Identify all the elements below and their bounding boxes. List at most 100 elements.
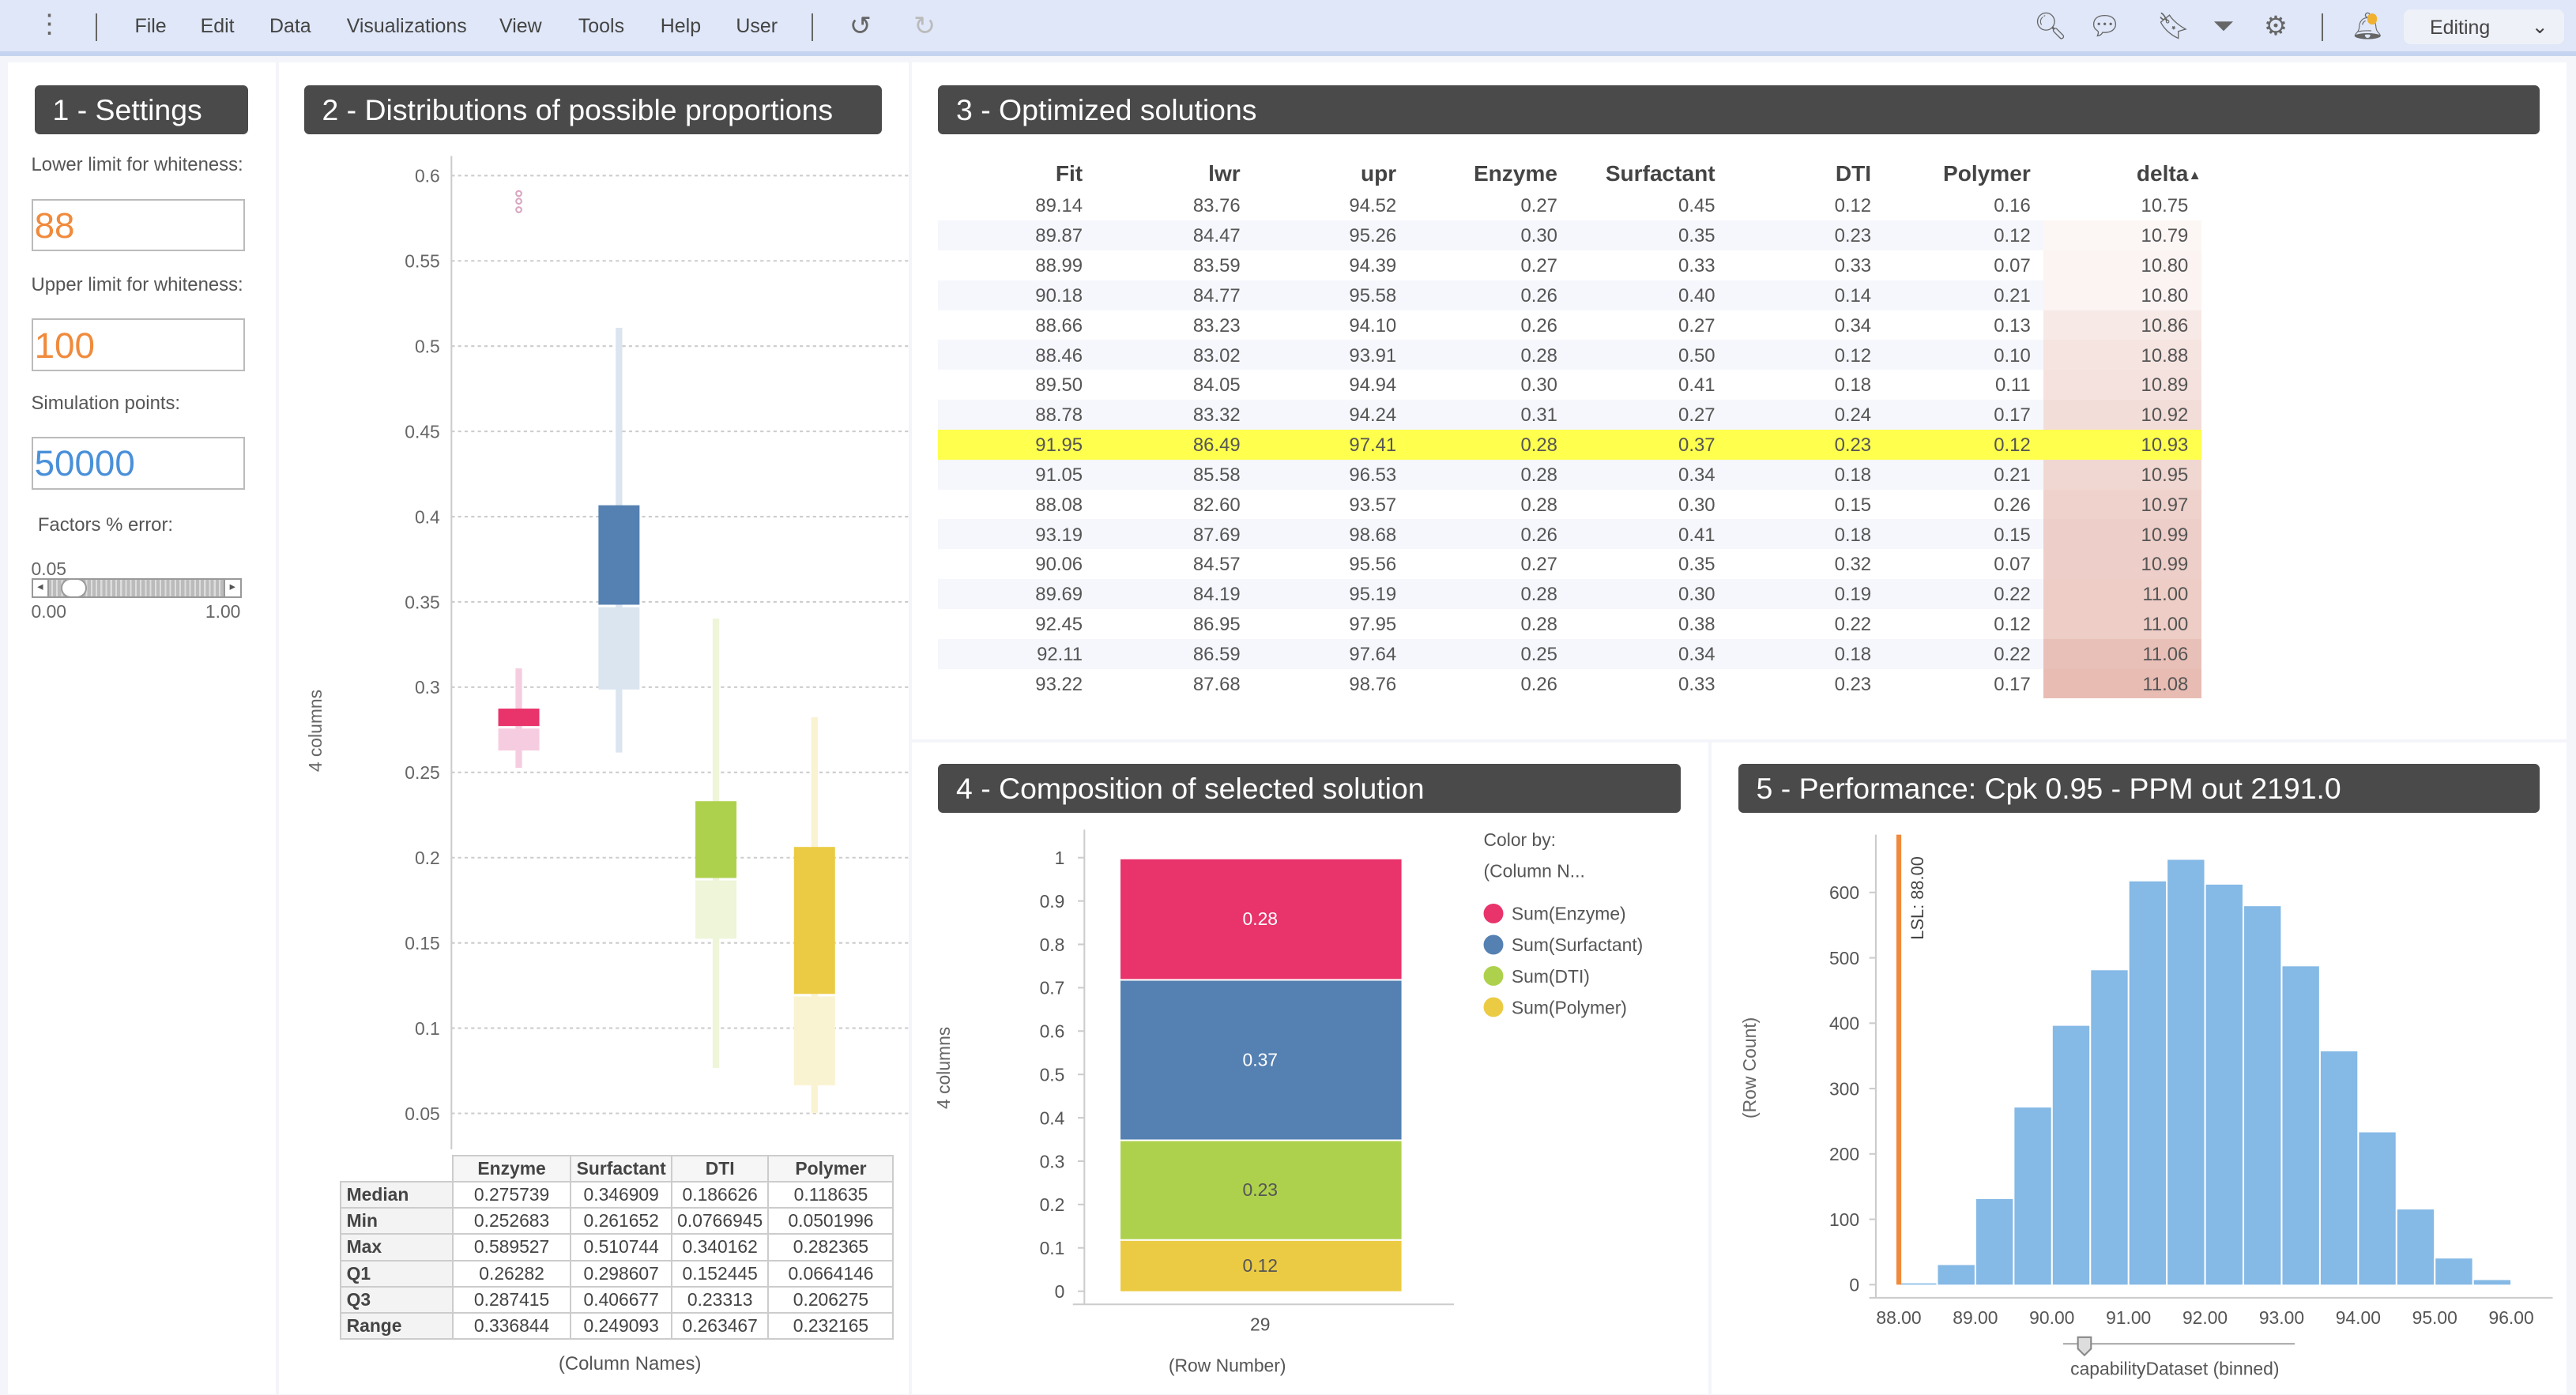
y-tick-label: 0.45 — [405, 422, 441, 442]
table-row[interactable]: 88.66 83.23 94.10 0.26 0.27 0.34 0.13 10.86 — [938, 310, 2201, 340]
column-header-delta[interactable]: delta — [2057, 161, 2188, 186]
menu-file[interactable]: File — [134, 15, 166, 38]
stats-row: Q1 0.26282 0.298607 0.152445 0.0664146 — [340, 1259, 894, 1288]
menu-tools[interactable]: Tools — [578, 15, 624, 38]
box-upper-dti — [695, 801, 737, 878]
table-row[interactable]: 90.06 84.57 95.56 0.27 0.35 0.32 0.07 10.99 — [938, 549, 2201, 580]
cell-surfactant: 0.40 — [1678, 284, 1715, 306]
lsl-reference-line — [1896, 834, 1902, 1284]
cell-surfactant: 0.41 — [1678, 374, 1715, 397]
sort-ascending-icon[interactable]: ▲ — [2188, 167, 2201, 183]
legend-item: Sum(DTI) — [1512, 965, 1590, 986]
slider-left-arrow-icon[interactable]: ◂ — [32, 579, 50, 596]
x-tick-label: 95.00 — [2412, 1307, 2457, 1328]
cell-dti: 0.18 — [1834, 464, 1872, 486]
stats-header: DTI — [670, 1154, 770, 1183]
table-row-selected[interactable]: 91.95 86.49 97.41 0.28 0.37 0.23 0.12 10.93 — [938, 429, 2201, 460]
column-header-enzyme[interactable]: Enzyme — [1426, 161, 1557, 186]
legend-item: Sum(Surfactant) — [1512, 934, 1643, 955]
menu-visualizations[interactable]: Visualizations — [347, 15, 467, 38]
column-header-lwr[interactable]: lwr — [1109, 161, 1241, 186]
y-tick-label: 0.2 — [415, 848, 440, 868]
histogram-bar — [1900, 1283, 1937, 1284]
histogram-bar — [2359, 1132, 2397, 1284]
gear-icon[interactable]: ⚙ — [2264, 12, 2288, 41]
table-row[interactable]: 88.08 82.60 93.57 0.28 0.30 0.15 0.26 10.97 — [938, 489, 2201, 520]
cell-polymer: 0.10 — [1994, 344, 2031, 367]
table-row[interactable]: 91.05 85.58 96.53 0.28 0.34 0.18 0.21 10.95 — [938, 459, 2201, 490]
column-header-dti[interactable]: DTI — [1740, 161, 1871, 186]
cell-polymer: 0.26 — [1994, 494, 2031, 516]
cell-surfactant: 0.38 — [1678, 614, 1715, 636]
histogram-bar — [1976, 1198, 2013, 1284]
slider-handle[interactable] — [60, 577, 88, 598]
undo-icon[interactable]: ↺ — [849, 12, 872, 41]
table-row[interactable]: 88.78 83.32 94.24 0.31 0.27 0.24 0.17 10.92 — [938, 400, 2201, 430]
cell-lwr: 86.49 — [1192, 434, 1241, 457]
cell-polymer: 0.11 — [1995, 374, 2031, 397]
stats-row-label: Q1 — [340, 1259, 454, 1288]
cell-fit: 89.14 — [1035, 195, 1083, 217]
toolbar-divider — [812, 13, 814, 41]
bin-slider-handle[interactable] — [2077, 1336, 2092, 1356]
cell-polymer: 0.21 — [1994, 284, 2031, 306]
cell-enzyme: 0.27 — [1520, 554, 1557, 576]
y-tick-label: 0.25 — [405, 762, 441, 783]
table-row[interactable]: 90.18 84.77 95.58 0.26 0.40 0.14 0.21 10.80 — [938, 280, 2201, 310]
slider-right-arrow-icon[interactable]: ▸ — [223, 579, 240, 596]
comments-icon[interactable]: 💬︎ — [2088, 12, 2122, 41]
table-row[interactable]: 92.45 86.95 97.95 0.28 0.38 0.22 0.12 11.00 — [938, 608, 2201, 639]
table-row[interactable]: 89.69 84.19 95.19 0.28 0.30 0.19 0.22 11.00 — [938, 579, 2201, 609]
menu-user[interactable]: User — [736, 15, 778, 38]
factors-error-slider[interactable]: ◂ ▸ — [31, 577, 242, 598]
histogram-bar — [2282, 965, 2320, 1284]
legend-item: Sum(Enzyme) — [1512, 903, 1626, 923]
bookmark-icon[interactable]: 🔖︎ — [2157, 12, 2190, 41]
table-row[interactable]: 93.22 87.68 98.76 0.26 0.33 0.23 0.17 11.08 — [938, 668, 2201, 699]
menu-edit[interactable]: Edit — [201, 15, 235, 38]
histogram-bar — [2244, 905, 2281, 1284]
box-upper-enzyme — [498, 709, 540, 727]
stats-row: Median 0.275739 0.346909 0.186626 0.118635 — [340, 1180, 894, 1209]
cell-dti: 0.18 — [1834, 643, 1872, 665]
column-header-fit[interactable]: Fit — [951, 161, 1083, 186]
slider-min: 0.00 — [31, 600, 67, 622]
menu-data[interactable]: Data — [269, 15, 311, 38]
cell-polymer: 0.12 — [1994, 434, 2031, 457]
cell-surfactant: 0.27 — [1678, 314, 1715, 337]
cell-enzyme: 0.28 — [1520, 584, 1557, 606]
search-icon[interactable]: 🔍︎ — [2034, 12, 2067, 41]
redo-icon[interactable]: ↻ — [913, 12, 936, 41]
upper-limit-input[interactable]: 100 — [31, 318, 245, 371]
toolbar-divider — [95, 13, 97, 41]
filter-icon[interactable]: ⏷ — [2213, 12, 2235, 41]
column-header-upr[interactable]: upr — [1265, 161, 1396, 186]
cell-upr: 97.41 — [1349, 434, 1397, 457]
cell-delta: 10.97 — [2141, 494, 2189, 516]
y-tick-label: 300 — [1829, 1078, 1859, 1099]
column-header-polymer[interactable]: Polymer — [1899, 161, 2031, 186]
cell-lwr: 86.95 — [1192, 614, 1241, 636]
simulation-points-input[interactable]: 50000 — [31, 437, 245, 490]
table-row[interactable]: 88.99 83.59 94.39 0.27 0.33 0.33 0.07 10.80 — [938, 250, 2201, 280]
stats-cell: 0.589527 — [451, 1233, 572, 1262]
table-row[interactable]: 89.50 84.05 94.94 0.30 0.41 0.18 0.11 10.89 — [938, 370, 2201, 400]
table-row[interactable]: 89.87 84.47 95.26 0.30 0.35 0.23 0.12 10.79 — [938, 220, 2201, 250]
mode-dropdown[interactable]: Editing ⌄ — [2403, 9, 2565, 45]
box-lower-polymer — [794, 996, 836, 1086]
cell-upr: 94.39 — [1349, 255, 1397, 277]
column-header-surfactant[interactable]: Surfactant — [1584, 161, 1715, 186]
lower-limit-input[interactable]: 88 — [31, 198, 245, 252]
menu-help[interactable]: Help — [661, 15, 701, 38]
table-row[interactable]: 92.11 86.59 97.64 0.25 0.34 0.18 0.22 11.06 — [938, 638, 2201, 669]
menu-view[interactable]: View — [499, 15, 542, 38]
x-tick-label: 92.00 — [2182, 1307, 2228, 1328]
notification-bell-icon[interactable]: 🔔︎ — [2351, 12, 2384, 41]
table-row[interactable]: 89.14 83.76 94.52 0.27 0.45 0.12 0.16 10.75 — [938, 190, 2201, 220]
table-row[interactable]: 93.19 87.69 98.68 0.26 0.41 0.18 0.15 10.99 — [938, 519, 2201, 550]
more-vertical-icon[interactable]: ⋮ — [36, 9, 62, 39]
legend-swatch — [1483, 965, 1504, 986]
cell-enzyme: 0.26 — [1520, 314, 1557, 337]
stats-row-label: Range — [340, 1312, 454, 1340]
table-row[interactable]: 88.46 83.02 93.91 0.28 0.50 0.12 0.10 10.88 — [938, 340, 2201, 370]
